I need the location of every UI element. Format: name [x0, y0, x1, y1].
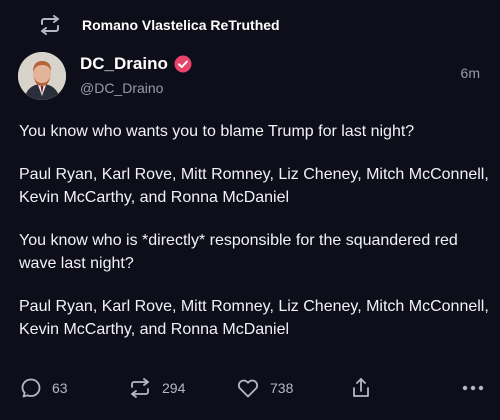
share-button[interactable] — [350, 376, 372, 400]
author-display-name[interactable]: DC_Draino — [80, 54, 192, 74]
post-body: You know who wants you to blame Trump fo… — [19, 120, 489, 361]
retruth-count: 294 — [162, 380, 186, 396]
post-paragraph: You know who is *directly* responsible f… — [19, 232, 458, 272]
share-icon — [350, 376, 372, 400]
more-options-button[interactable] — [461, 384, 485, 392]
post-timestamp[interactable]: 6m — [461, 65, 480, 81]
post-paragraph: Paul Ryan, Karl Rove, Mitt Romney, Liz C… — [19, 298, 489, 338]
author-name-text[interactable]: DC_Draino — [80, 54, 168, 74]
heart-icon — [236, 377, 260, 399]
author-handle[interactable]: @DC_Draino — [80, 80, 163, 96]
reply-button[interactable]: 63 — [20, 377, 68, 399]
reply-count: 63 — [52, 380, 68, 396]
like-count: 738 — [270, 380, 294, 396]
more-icon — [461, 384, 485, 392]
avatar[interactable] — [18, 52, 66, 100]
retruth-icon — [38, 15, 62, 35]
verified-badge-icon — [174, 55, 192, 73]
like-button[interactable]: 738 — [236, 377, 293, 399]
retruth-button[interactable]: 294 — [128, 377, 185, 399]
post-paragraph: Paul Ryan, Karl Rove, Mitt Romney, Liz C… — [19, 166, 489, 206]
retruth-label[interactable]: Romano Vlastelica ReTruthed — [82, 17, 280, 33]
retruth-icon — [128, 377, 152, 399]
post-actions: 63 294 738 — [20, 374, 485, 402]
retruth-header: Romano Vlastelica ReTruthed — [38, 13, 280, 37]
reply-icon — [20, 377, 42, 399]
post-paragraph: You know who wants you to blame Trump fo… — [19, 123, 415, 140]
